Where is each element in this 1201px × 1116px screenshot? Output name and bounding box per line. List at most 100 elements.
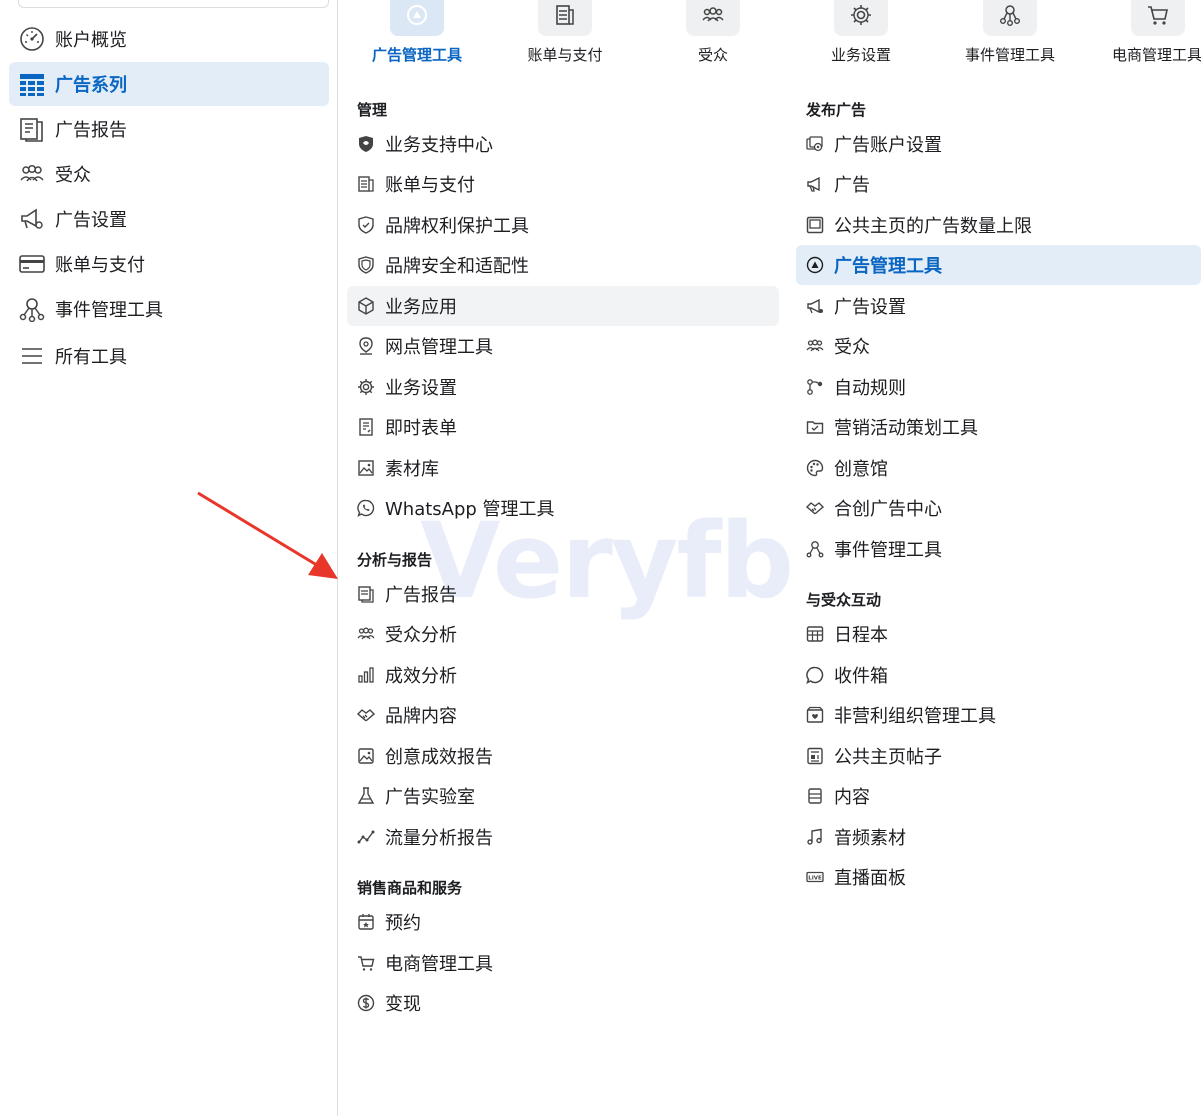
menu-item-label: 广告账户设置 xyxy=(834,135,942,156)
menu-item-label: 事件管理工具 xyxy=(834,540,942,561)
cart-icon xyxy=(1131,0,1185,36)
menu-item-label: 品牌权利保护工具 xyxy=(385,216,529,237)
ads-manager-icon xyxy=(390,0,444,36)
menu-item-business-settings[interactable]: 业务设置 xyxy=(347,367,779,407)
menu-item-audiences[interactable]: 受众 xyxy=(796,326,1201,366)
sidebar-item-label: 广告报告 xyxy=(55,120,127,141)
menu-item-label: 公共主页帖子 xyxy=(834,747,942,768)
tab-label: 广告管理工具 xyxy=(371,46,462,64)
menu-item-sound-collection[interactable]: 音频素材 xyxy=(796,817,1201,857)
menu-item-business-apps[interactable]: 业务应用 xyxy=(347,286,779,326)
report-icon xyxy=(357,585,375,603)
menu-item-label: 素材库 xyxy=(385,459,439,480)
menu-item-events-manager[interactable]: 事件管理工具 xyxy=(796,529,1201,569)
sidebar-item-audiences[interactable]: 受众 xyxy=(9,152,329,196)
menu-item-live-dashboard[interactable]: LIVE 直播面板 xyxy=(796,857,1201,897)
menu-item-label: 广告 xyxy=(834,175,870,196)
menu-item-page-ad-limit[interactable]: 公共主页的广告数量上限 xyxy=(796,205,1201,245)
sidebar-item-billing[interactable]: 账单与支付 xyxy=(9,242,329,286)
bar-chart-icon xyxy=(357,666,375,684)
shield-check-icon xyxy=(357,216,375,234)
menu-item-creative-reporting[interactable]: 创意成效报告 xyxy=(347,736,779,776)
shield-icon xyxy=(357,256,375,274)
menu-item-creative-hub[interactable]: 创意馆 xyxy=(796,448,1201,488)
sidebar-item-label: 所有工具 xyxy=(55,347,127,368)
tab-ads-manager[interactable]: 广告管理工具 xyxy=(357,0,477,80)
menu-item-media-library[interactable]: 素材库 xyxy=(347,448,779,488)
sidebar-item-campaigns[interactable]: 广告系列 xyxy=(9,62,329,106)
menu-item-billing[interactable]: 账单与支付 xyxy=(347,164,779,204)
billing-icon xyxy=(538,0,592,36)
menu-item-automated-rules[interactable]: 自动规则 xyxy=(796,367,1201,407)
form-icon xyxy=(357,418,375,436)
menu-item-locations[interactable]: 网点管理工具 xyxy=(347,326,779,366)
handshake-icon xyxy=(357,706,375,724)
billing-stack-icon xyxy=(357,175,375,193)
menu-item-inbox[interactable]: 收件箱 xyxy=(796,655,1201,695)
menu-item-label: 账单与支付 xyxy=(385,175,475,196)
tab-audiences[interactable]: 受众 xyxy=(653,0,773,80)
tab-label: 事件管理工具 xyxy=(964,46,1055,64)
calendar-grid-icon xyxy=(806,625,824,643)
settings-gear-icon xyxy=(834,0,888,36)
menu-item-partnership-ads-hub[interactable]: 合创广告中心 xyxy=(796,488,1201,528)
menu-item-ads-manager[interactable]: 广告管理工具 xyxy=(796,245,1201,285)
sidebar-item-label: 广告设置 xyxy=(55,210,127,231)
menu-item-monetization[interactable]: 变现 xyxy=(347,983,779,1023)
menu-item-appointments[interactable]: 预约 xyxy=(347,902,779,942)
tab-billing[interactable]: 账单与支付 xyxy=(505,0,625,80)
tab-events-manager[interactable]: 事件管理工具 xyxy=(950,0,1070,80)
menu-item-instant-forms[interactable]: 即时表单 xyxy=(347,407,779,447)
line-trend-icon xyxy=(357,828,375,846)
menu-item-ads-reporting[interactable]: 广告报告 xyxy=(347,574,779,614)
menu-item-label: 变现 xyxy=(385,994,421,1015)
menu-item-label: 即时表单 xyxy=(385,418,457,439)
chat-bubble-icon xyxy=(806,666,824,684)
sidebar-item-account-overview[interactable]: 账户概览 xyxy=(9,17,329,61)
image-library-icon xyxy=(357,459,375,477)
live-icon: LIVE xyxy=(806,868,824,886)
menu-item-ad-settings[interactable]: 广告设置 xyxy=(796,286,1201,326)
menu-item-label: 广告管理工具 xyxy=(834,256,942,277)
menu-item-campaign-planner[interactable]: 营销活动策划工具 xyxy=(796,407,1201,447)
menu-item-label: 业务支持中心 xyxy=(385,135,493,156)
menu-item-ad-account-settings[interactable]: 广告账户设置 xyxy=(796,124,1201,164)
sidebar-item-ad-settings[interactable]: 广告设置 xyxy=(9,197,329,241)
menu-item-performance-analysis[interactable]: 成效分析 xyxy=(347,655,779,695)
menu-item-content[interactable]: 内容 xyxy=(796,776,1201,816)
megaphone-icon xyxy=(806,175,824,193)
menu-item-brand-rights[interactable]: 品牌权利保护工具 xyxy=(347,205,779,245)
menu-item-planner[interactable]: 日程本 xyxy=(796,614,1201,654)
section-title-manage: 管理 xyxy=(357,101,388,119)
menu-item-label: 音频素材 xyxy=(834,828,906,849)
dollar-circle-icon xyxy=(357,994,375,1012)
page-limit-icon xyxy=(806,216,824,234)
menu-item-audience-insights[interactable]: 受众分析 xyxy=(347,614,779,654)
menu-item-label: 创意成效报告 xyxy=(385,747,493,768)
account-settings-icon xyxy=(806,135,824,153)
menu-item-label: 直播面板 xyxy=(834,868,906,889)
menu-item-label: 营销活动策划工具 xyxy=(834,418,978,439)
menu-item-label: 公共主页的广告数量上限 xyxy=(834,216,1032,237)
menu-item-label: 受众 xyxy=(834,337,870,358)
image-icon xyxy=(357,747,375,765)
menu-item-nonprofit-manager[interactable]: 非营利组织管理工具 xyxy=(796,695,1201,735)
menu-item-business-support[interactable]: 业务支持中心 xyxy=(347,124,779,164)
sidebar-item-ad-reports[interactable]: 广告报告 xyxy=(9,107,329,151)
menu-item-commerce-manager[interactable]: 电商管理工具 xyxy=(347,943,779,983)
menu-item-page-posts[interactable]: 公共主页帖子 xyxy=(796,736,1201,776)
sidebar-item-events-manager[interactable]: 事件管理工具 xyxy=(9,287,329,331)
sidebar-item-all-tools[interactable]: 所有工具 xyxy=(9,334,329,378)
menu-item-ads[interactable]: 广告 xyxy=(796,164,1201,204)
gear-icon xyxy=(357,378,375,396)
menu-item-brand-content[interactable]: 品牌内容 xyxy=(347,695,779,735)
sidebar-search-box[interactable] xyxy=(18,0,329,8)
post-icon xyxy=(806,747,824,765)
tab-commerce-manager[interactable]: 电商管理工具 xyxy=(1098,0,1201,80)
menu-item-traffic-report[interactable]: 流量分析报告 xyxy=(347,817,779,857)
menu-item-brand-safety[interactable]: 品牌安全和适配性 xyxy=(347,245,779,285)
menu-item-label: 非营利组织管理工具 xyxy=(834,706,996,727)
tab-business-settings[interactable]: 业务设置 xyxy=(801,0,921,80)
menu-item-experiments[interactable]: 广告实验室 xyxy=(347,776,779,816)
menu-item-whatsapp-manager[interactable]: WhatsApp 管理工具 xyxy=(347,488,779,528)
